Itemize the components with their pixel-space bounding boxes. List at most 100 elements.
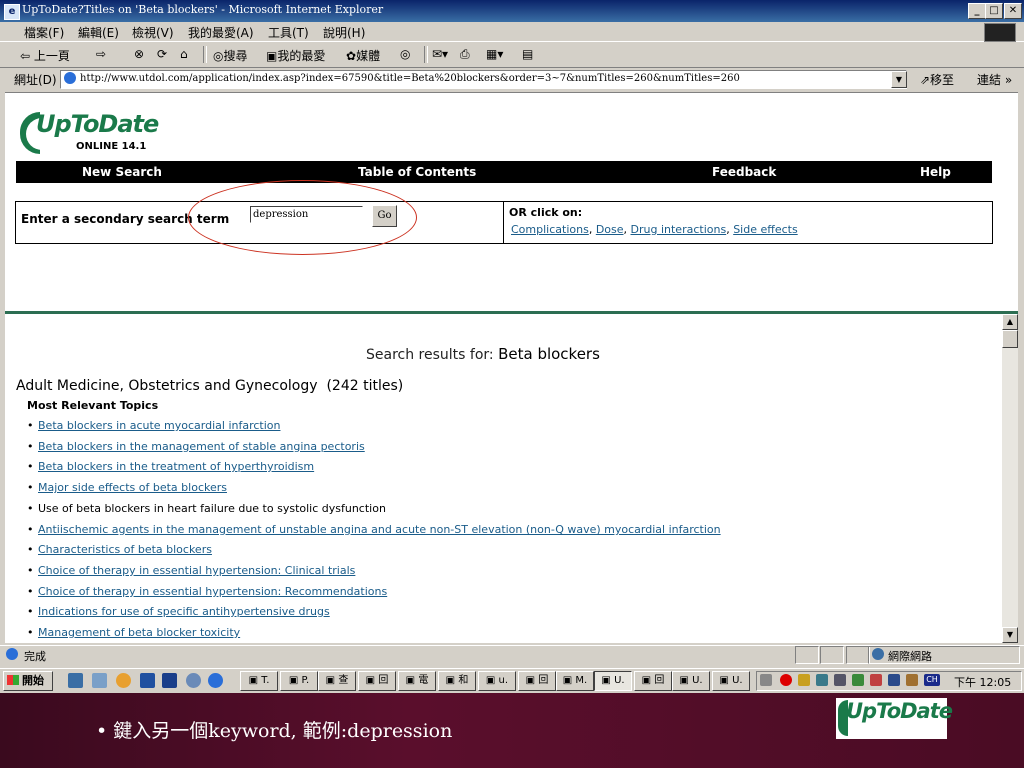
refresh-icon[interactable]: ⟳ [157,47,167,61]
update-icon[interactable] [870,674,882,686]
network-icon[interactable] [816,674,828,686]
keyboard-icon[interactable] [888,674,900,686]
link-complications[interactable]: Complications [511,223,589,236]
scroll-thumb[interactable] [1002,330,1018,348]
nav-new-search[interactable]: New Search [82,165,162,179]
nav-feedback[interactable]: Feedback [712,165,776,179]
menu-help[interactable]: 說明(H) [323,24,365,41]
taskbar-button[interactable]: ▣ 和 [438,671,476,691]
media-button[interactable]: ✿媒體 [346,47,380,64]
topic-link[interactable]: Choice of therapy in essential hypertens… [38,564,355,577]
taskbar-button-label: 查 [338,675,349,686]
outlook-icon[interactable] [140,673,155,688]
volume-icon[interactable] [760,674,772,686]
slide-caption: • 鍵入另一個keyword, 範例:depression [96,720,453,742]
links-button[interactable]: 連結 » [977,71,1012,88]
results-heading: Search results for: Beta blockers [366,345,600,363]
taskbar-button[interactable]: ▣ M. [556,671,594,691]
menu-view[interactable]: 檢視(V) [132,24,174,41]
taskbar-button[interactable]: ▣ 回 [518,671,556,691]
history-icon[interactable]: ◎ [400,47,410,61]
logo-edition: ONLINE 14.1 [76,141,147,152]
cup-icon[interactable] [906,674,918,686]
topic-link[interactable]: Management of beta blocker toxicity [38,626,240,639]
secondary-search-input[interactable] [250,206,363,223]
toolbar: ⇦ 上一頁 ⇨ ⊗ ⟳ ⌂ ◎搜尋 ▣我的最愛 ✿媒體 ◎ ✉▾ ⎙ ▦▾ ▤ [0,42,1024,68]
page-icon [6,648,18,660]
go-button[interactable]: ⇗移至 [920,71,954,88]
monitor-icon[interactable] [834,674,846,686]
taskbar-button-label: M. [575,675,588,686]
windows-logo-icon [7,675,19,685]
maximize-button[interactable]: □ [985,3,1003,19]
taskbar-button[interactable]: ▣ U. [594,671,632,691]
taskbar-button-label: P. [301,675,310,686]
topic-link[interactable]: Major side effects of beta blockers [38,481,227,494]
topic-list-item: • Beta blockers in the treatment of hyper… [27,460,314,473]
taskbar-button[interactable]: ▣ P. [280,671,318,691]
bullet-icon: • [27,626,34,639]
topic-link[interactable]: Characteristics of beta blockers [38,543,212,556]
folder-icon[interactable] [92,673,107,688]
scroll-down-icon[interactable]: ▼ [1002,627,1018,643]
mail-icon[interactable]: ✉▾ [432,47,448,61]
topic-link[interactable]: Choice of therapy in essential hypertens… [38,585,387,598]
link-dose[interactable]: Dose [596,223,624,236]
discuss-icon[interactable]: ▤ [522,47,533,61]
taskbar-button[interactable]: ▣ U. [712,671,750,691]
address-url[interactable]: http://www.utdol.com/application/index.a… [80,73,740,84]
bullet-icon: • [27,502,34,515]
taskbar-button[interactable]: ▣ 回 [358,671,396,691]
print-icon[interactable]: ⎙ [460,47,470,62]
scrollbar[interactable] [1002,314,1018,642]
topic-text: Use of beta blockers in heart failure du… [38,502,386,515]
bullet-icon: • [27,543,34,556]
antivirus-icon[interactable] [852,674,864,686]
messenger-icon[interactable] [186,673,201,688]
taskbar-button[interactable]: ▣ T. [240,671,278,691]
section-heading: Adult Medicine, Obstetrics and Gynecolog… [16,378,403,394]
topic-link[interactable]: Beta blockers in acute myocardial infarc… [38,419,280,432]
close-button[interactable]: ✕ [1004,3,1022,19]
pen-icon[interactable] [798,674,810,686]
stop-icon[interactable]: ⊗ [134,47,144,61]
menu-tools[interactable]: 工具(T) [268,24,309,41]
taskbar-button[interactable]: ▣ 回 [634,671,672,691]
forward-button[interactable]: ⇨ [96,47,106,61]
taskbar-button[interactable]: ▣ 查 [318,671,356,691]
topic-link[interactable]: Antiischemic agents in the management of… [38,523,721,536]
topic-link[interactable]: Indications for use of specific antihype… [38,605,330,618]
taskbar-button[interactable]: ▣ 電 [398,671,436,691]
ie-icon[interactable] [208,673,223,688]
favorites-button[interactable]: ▣我的最愛 [266,47,325,64]
home-icon[interactable]: ⌂ [180,47,188,61]
minimize-button[interactable]: _ [968,3,986,19]
back-button[interactable]: ⇦ 上一頁 [20,47,70,64]
search-button[interactable]: ◎搜尋 [213,47,248,64]
edit-icon[interactable]: ▦▾ [486,47,503,61]
desktop-icon[interactable] [68,673,83,688]
link-drug-interactions[interactable]: Drug interactions [631,223,727,236]
status-panel [795,646,819,664]
topic-list-item: • Use of beta blockers in heart failure d… [27,502,386,515]
topic-link[interactable]: Beta blockers in the management of stabl… [38,440,365,453]
link-side-effects[interactable]: Side effects [733,223,798,236]
scroll-up-icon[interactable]: ▲ [1002,314,1018,330]
menu-favorites[interactable]: 我的最愛(A) [188,24,254,41]
alert-icon[interactable] [780,674,792,686]
address-dropdown-icon[interactable]: ▼ [891,71,907,88]
uptodate-logo[interactable]: UpToDate [36,110,159,138]
menu-file[interactable]: 檔案(F) [24,24,64,41]
topic-list-item: • Major side effects of beta blockers [27,481,227,494]
language-icon[interactable]: CH [924,674,940,686]
nav-help[interactable]: Help [920,165,951,179]
nav-table-of-contents[interactable]: Table of Contents [358,165,476,179]
ie-icon: e [4,4,20,20]
topic-link[interactable]: Beta blockers in the treatment of hypert… [38,460,314,473]
taskbar-button[interactable]: ▣ u. [478,671,516,691]
taskbar-button[interactable]: ▣ U. [672,671,710,691]
word-icon[interactable] [162,673,177,688]
secondary-search-go-button[interactable]: Go [372,205,397,227]
menu-edit[interactable]: 編輯(E) [78,24,119,41]
media-icon[interactable] [116,673,131,688]
